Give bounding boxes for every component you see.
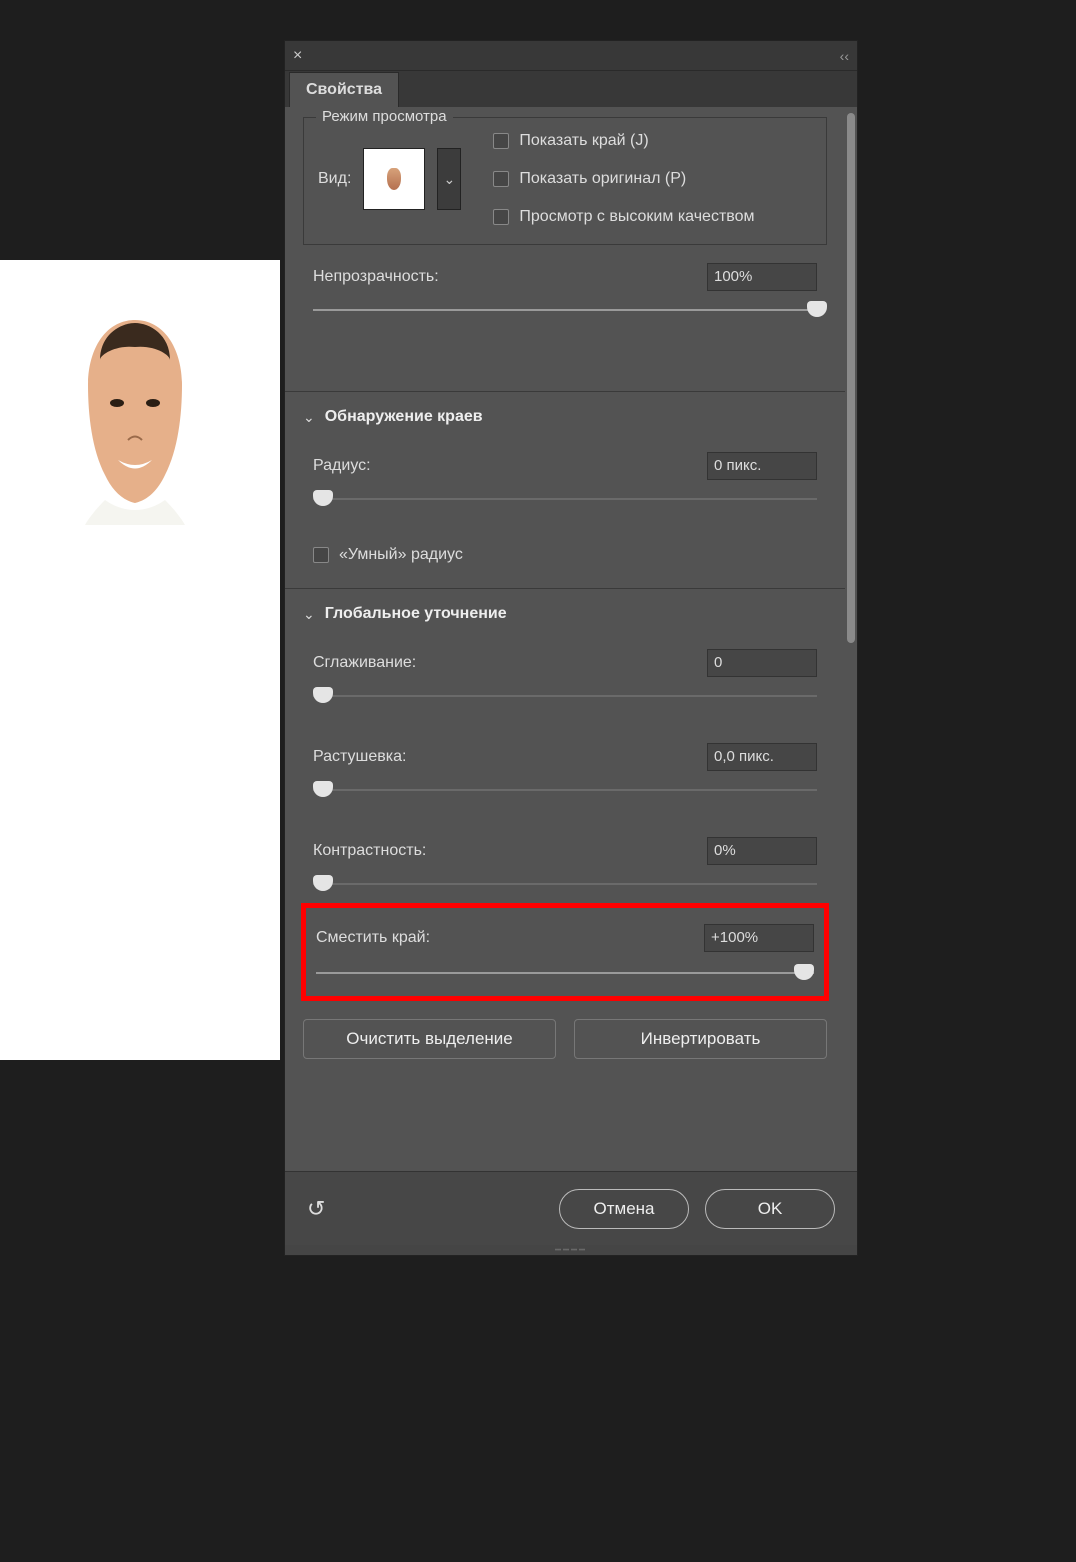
clear-selection-button[interactable]: Очистить выделение <box>303 1019 556 1059</box>
global-refine-header[interactable]: ⌄ Глобальное уточнение <box>303 605 827 623</box>
scrollbar[interactable] <box>847 113 855 663</box>
invert-button[interactable]: Инвертировать <box>574 1019 827 1059</box>
smart-radius-checkbox[interactable] <box>313 547 329 563</box>
panel-header: × ‹‹ <box>285 41 857 71</box>
opacity-slider[interactable] <box>313 301 817 321</box>
radius-slider[interactable] <box>313 490 817 510</box>
cutout-image <box>70 315 200 525</box>
contrast-row: Контрастность: 0% <box>313 837 817 865</box>
cancel-button[interactable]: Отмена <box>559 1189 689 1229</box>
feather-label: Растушевка: <box>313 748 406 766</box>
chevron-down-icon: ⌄ <box>303 409 315 426</box>
radius-label: Радиус: <box>313 457 371 475</box>
tab-properties[interactable]: Свойства <box>289 72 399 107</box>
panel-footer: ↺ Отмена OK <box>285 1171 857 1245</box>
smooth-row: Сглаживание: 0 <box>313 649 817 677</box>
close-icon[interactable]: × <box>293 47 302 65</box>
view-dropdown-button[interactable]: ⌄ <box>437 148 461 210</box>
feather-slider[interactable] <box>313 781 817 801</box>
smart-radius-label: «Умный» радиус <box>339 546 463 564</box>
view-mode-legend: Режим просмотра <box>316 108 453 125</box>
edge-detection-title: Обнаружение краев <box>325 408 483 426</box>
show-edge-label: Показать край (J) <box>519 132 648 150</box>
contrast-input[interactable]: 0% <box>707 837 817 865</box>
show-original-checkbox[interactable] <box>493 171 509 187</box>
tab-bar: Свойства <box>285 71 857 107</box>
chevron-down-icon: ⌄ <box>303 606 315 623</box>
chevron-down-icon: ⌄ <box>444 171 456 188</box>
opacity-input[interactable]: 100% <box>707 263 817 291</box>
reset-icon[interactable]: ↺ <box>307 1196 325 1222</box>
edge-detection-header[interactable]: ⌄ Обнаружение краев <box>303 408 827 426</box>
show-original-label: Показать оригинал (P) <box>519 170 686 188</box>
feather-row: Растушевка: 0,0 пикс. <box>313 743 817 771</box>
smooth-slider[interactable] <box>313 687 817 707</box>
opacity-row: Непрозрачность: 100% <box>313 263 817 291</box>
view-thumbnail[interactable] <box>363 148 425 210</box>
radius-row: Радиус: 0 пикс. <box>313 452 817 480</box>
shift-label: Сместить край: <box>316 929 430 947</box>
contrast-slider[interactable] <box>313 875 817 895</box>
contrast-label: Контрастность: <box>313 842 426 860</box>
show-edge-checkbox[interactable] <box>493 133 509 149</box>
opacity-label: Непрозрачность: <box>313 268 439 286</box>
view-mode-group: Режим просмотра Вид: ⌄ Показать край (J) <box>303 117 827 245</box>
shift-row: Сместить край: +100% <box>316 924 814 952</box>
feather-input[interactable]: 0,0 пикс. <box>707 743 817 771</box>
smooth-input[interactable]: 0 <box>707 649 817 677</box>
high-quality-checkbox[interactable] <box>493 209 509 225</box>
radius-input[interactable]: 0 пикс. <box>707 452 817 480</box>
global-refine-title: Глобальное уточнение <box>325 605 507 623</box>
smooth-label: Сглаживание: <box>313 654 416 672</box>
canvas-area[interactable] <box>0 260 280 1060</box>
high-quality-label: Просмотр с высоким качеством <box>519 208 754 226</box>
collapse-icon[interactable]: ‹‹ <box>840 48 849 64</box>
view-label: Вид: <box>318 170 351 188</box>
shift-input[interactable]: +100% <box>704 924 814 952</box>
resize-grip[interactable]: ┅┅┅┅ <box>285 1245 857 1255</box>
panel-body: Режим просмотра Вид: ⌄ Показать край (J) <box>285 107 857 1171</box>
shift-edge-highlight: Сместить край: +100% <box>301 903 829 1001</box>
shift-slider[interactable] <box>316 964 814 984</box>
properties-panel: × ‹‹ Свойства Режим просмотра Вид: ⌄ Пок… <box>284 40 858 1256</box>
scrollbar-thumb[interactable] <box>847 113 855 643</box>
ok-button[interactable]: OK <box>705 1189 835 1229</box>
